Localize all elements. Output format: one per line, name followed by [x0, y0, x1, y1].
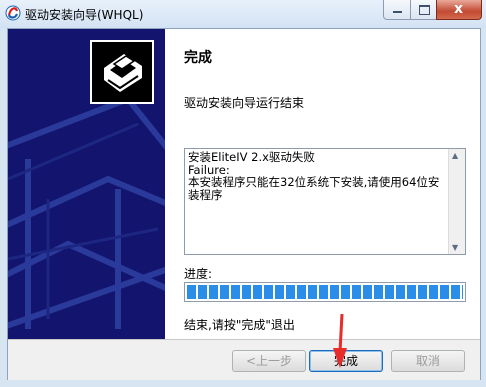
back-button[interactable]: <上一步: [232, 350, 306, 372]
progress-bar: [184, 282, 466, 302]
scroll-up-icon[interactable]: ▲: [452, 151, 458, 160]
close-button[interactable]: x: [436, 0, 482, 20]
finish-instruction: 结束,请按"完成"退出: [184, 318, 295, 332]
window-title: 驱动安装向导(WHQL): [25, 8, 144, 22]
button-bar: <上一步 完成 取消: [8, 339, 480, 380]
wizard-content: 完成 驱动安装向导运行结束 安装EliteIV 2.x驱动失败 Failure:…: [165, 29, 480, 339]
wizard-window: 完成 驱动安装向导运行结束 安装EliteIV 2.x驱动失败 Failure:…: [7, 28, 481, 380]
progress-label: 进度:: [184, 267, 213, 281]
close-icon: x: [454, 1, 464, 17]
maximize-button[interactable]: [410, 0, 437, 20]
log-scrollbar[interactable]: ▲ ▼: [448, 149, 465, 254]
page-title: 完成: [184, 50, 212, 66]
app-logo-icon: [5, 5, 21, 21]
minimize-button[interactable]: [383, 0, 411, 20]
wizard-banner: [8, 29, 165, 339]
install-log-text: 安装EliteIV 2.x驱动失败 Failure: 本安装程序只能在32位系统…: [188, 150, 440, 202]
progress-fill: [187, 285, 463, 299]
printer-icon: [90, 40, 154, 104]
install-log-textbox[interactable]: 安装EliteIV 2.x驱动失败 Failure: 本安装程序只能在32位系统…: [184, 148, 466, 255]
scroll-down-icon[interactable]: ▼: [452, 243, 458, 252]
cancel-button[interactable]: 取消: [391, 350, 465, 372]
title-bar[interactable]: 驱动安装向导(WHQL) x: [0, 0, 486, 28]
annotation-arrow-icon: [333, 314, 347, 368]
page-subtitle: 驱动安装向导运行结束: [184, 96, 305, 110]
